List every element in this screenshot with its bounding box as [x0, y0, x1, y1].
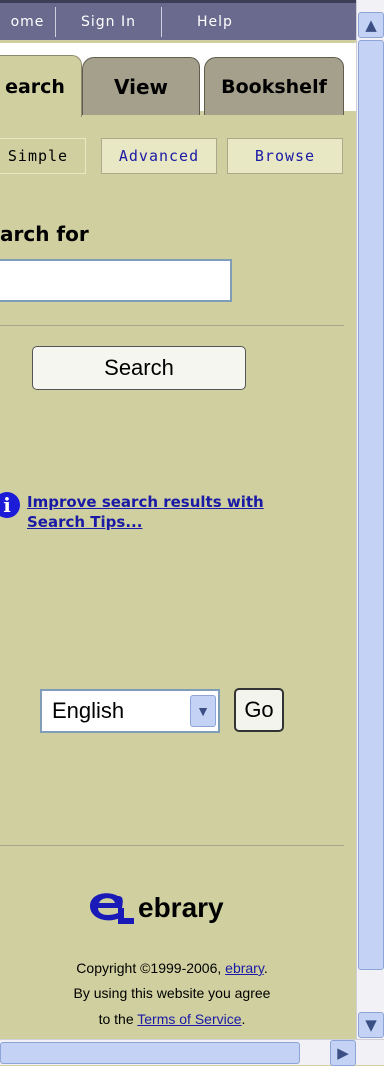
search-input[interactable]	[0, 259, 232, 302]
tab-strip: earch View Bookshelf	[0, 43, 356, 117]
tab-search[interactable]: earch	[0, 55, 82, 117]
tab-bookshelf-label: Bookshelf	[221, 75, 327, 98]
subnav-simple[interactable]: Simple	[0, 138, 86, 174]
subnav-advanced[interactable]: Advanced	[101, 138, 217, 174]
tab-search-label: earch	[5, 75, 65, 98]
go-button[interactable]: Go	[234, 688, 284, 732]
subnav-simple-label: Simple	[7, 147, 69, 165]
search-tips-line2: Search Tips...	[27, 513, 143, 531]
scroll-right-icon[interactable]: ▶	[330, 1040, 356, 1066]
chevron-down-icon[interactable]: ▼	[190, 695, 216, 727]
go-button-label: Go	[244, 697, 274, 722]
agreement-line: By using this website you agree	[73, 985, 271, 1001]
subnav-browse-label: Browse	[254, 147, 316, 165]
info-icon: i	[0, 492, 20, 518]
terms-of-service-link[interactable]: Terms of Service	[137, 1011, 241, 1027]
copyright-period: .	[263, 960, 268, 976]
footer-divider	[0, 845, 344, 846]
scroll-down-icon[interactable]: ▼	[358, 1012, 384, 1038]
search-tips-line1: Improve search results with	[27, 493, 264, 511]
ebrary-logo: ebrary	[88, 888, 224, 926]
terms-line: to the Terms of Service.	[0, 1008, 344, 1031]
vertical-scrollbar[interactable]: ▲ ▼	[356, 0, 384, 1039]
copyright-text: Copyright ©1999-2006,	[76, 960, 222, 976]
nav-help-link[interactable]: Help	[162, 7, 268, 37]
language-selected-value: English	[52, 698, 125, 723]
subnav-advanced-label: Advanced	[118, 147, 200, 165]
vertical-scroll-thumb[interactable]	[358, 40, 384, 970]
copyright-line: Copyright ©1999-2006, ebrary.	[0, 957, 344, 980]
search-divider	[0, 325, 344, 326]
language-select[interactable]: English ▼	[40, 689, 220, 733]
search-button[interactable]: Search	[32, 346, 246, 390]
ebrary-e-icon	[90, 893, 134, 924]
terms-prefix: to the	[98, 1011, 134, 1027]
tab-bookshelf[interactable]: Bookshelf	[204, 57, 344, 115]
subnav-browse[interactable]: Browse	[227, 138, 343, 174]
tab-view[interactable]: View	[82, 57, 200, 115]
scroll-up-icon[interactable]: ▲	[358, 12, 384, 38]
logo-wordmark: ebrary	[138, 892, 224, 923]
search-button-label: Search	[104, 355, 174, 380]
search-tips-link[interactable]: Improve search results with Search Tips.…	[27, 492, 317, 532]
tab-view-label: View	[113, 74, 169, 99]
nav-sign-in-link[interactable]: Sign In	[56, 6, 162, 37]
horizontal-scroll-thumb[interactable]	[0, 1042, 300, 1064]
top-navigation: ome Sign In Help	[0, 0, 356, 40]
nav-home-link[interactable]: ome	[0, 6, 56, 37]
ebrary-link[interactable]: ebrary	[225, 960, 264, 976]
horizontal-scrollbar[interactable]: ▶	[0, 1039, 384, 1066]
terms-period: .	[241, 1011, 246, 1027]
search-for-label: arch for	[0, 222, 89, 246]
